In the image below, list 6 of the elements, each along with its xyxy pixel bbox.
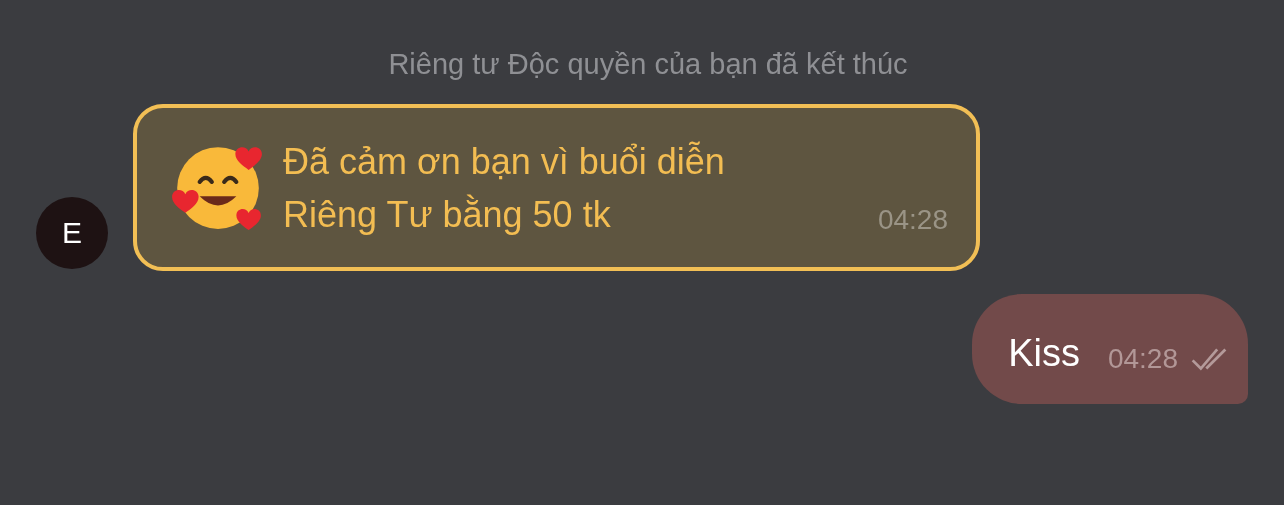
avatar[interactable]: E [36,197,108,269]
message-text: Kiss [1008,331,1080,376]
message-time: 04:28 [877,203,948,237]
message-text: Đã cảm ơn bạn vì buổi diễn Riêng Tư bằng 50 tk [283,140,726,237]
system-message: Riêng tư Độc quyền của bạn đã kết thúc [388,47,908,82]
message-time: 04:28 [1107,342,1178,376]
